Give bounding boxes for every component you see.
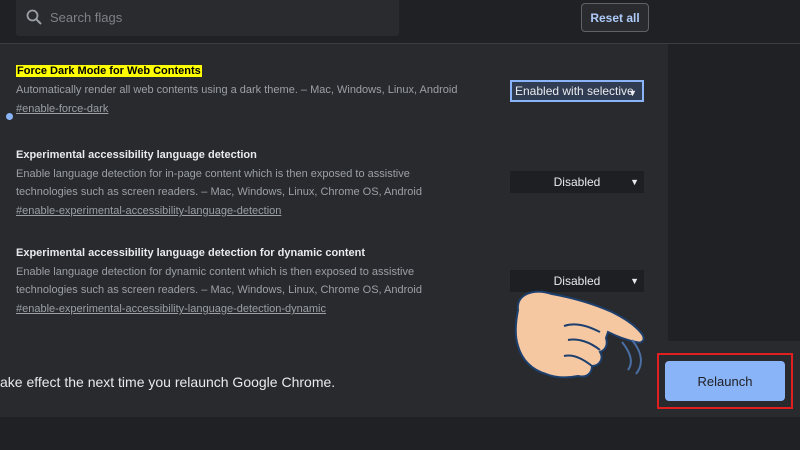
relaunch-message: ake effect the next time you relaunch Go…	[0, 374, 336, 390]
side-pane	[668, 44, 800, 341]
flag-description-line1: Enable language detection for in-page co…	[16, 168, 410, 180]
search-box[interactable]: Search flags	[16, 0, 399, 36]
flag-title: Experimental accessibility language dete…	[16, 149, 257, 161]
search-icon	[26, 9, 42, 25]
top-bar: Search flags Reset all	[0, 0, 800, 44]
flag-link[interactable]: #enable-experimental-accessibility-langu…	[16, 205, 496, 217]
relaunch-button[interactable]: Relaunch	[665, 361, 785, 401]
flag-link[interactable]: #enable-force-dark	[16, 103, 496, 115]
flag-description-line2: technologies such as screen readers. – M…	[16, 186, 422, 198]
chevron-down-icon: ▼	[630, 177, 639, 187]
flag-force-dark: Force Dark Mode for Web Contents Automat…	[16, 65, 496, 115]
flag-description-line1: Enable language detection for dynamic co…	[16, 266, 415, 278]
flag-description-line2: technologies such as screen readers. – M…	[16, 284, 422, 296]
flag-language-detection-dynamic: Experimental accessibility language dete…	[16, 247, 496, 315]
select-value: Enabled with selective	[515, 84, 634, 98]
chevron-down-icon: ▼	[628, 88, 637, 98]
flag-title: Force Dark Mode for Web Contents	[16, 65, 202, 77]
flag-link[interactable]: #enable-experimental-accessibility-langu…	[16, 303, 496, 315]
flag-title: Experimental accessibility language dete…	[16, 247, 366, 259]
flag-description: Automatically render all web contents us…	[16, 84, 458, 96]
flag-language-detection: Experimental accessibility language dete…	[16, 149, 496, 217]
reset-all-button[interactable]: Reset all	[581, 3, 649, 32]
modified-indicator	[6, 113, 13, 120]
force-dark-select[interactable]: Enabled with selective ▼	[510, 80, 644, 102]
select-value: Disabled	[553, 175, 601, 189]
language-detection-select[interactable]: Disabled ▼	[510, 171, 644, 193]
search-input[interactable]: Search flags	[50, 10, 122, 25]
bottom-strip	[0, 417, 800, 450]
pointing-hand-icon	[514, 290, 645, 379]
